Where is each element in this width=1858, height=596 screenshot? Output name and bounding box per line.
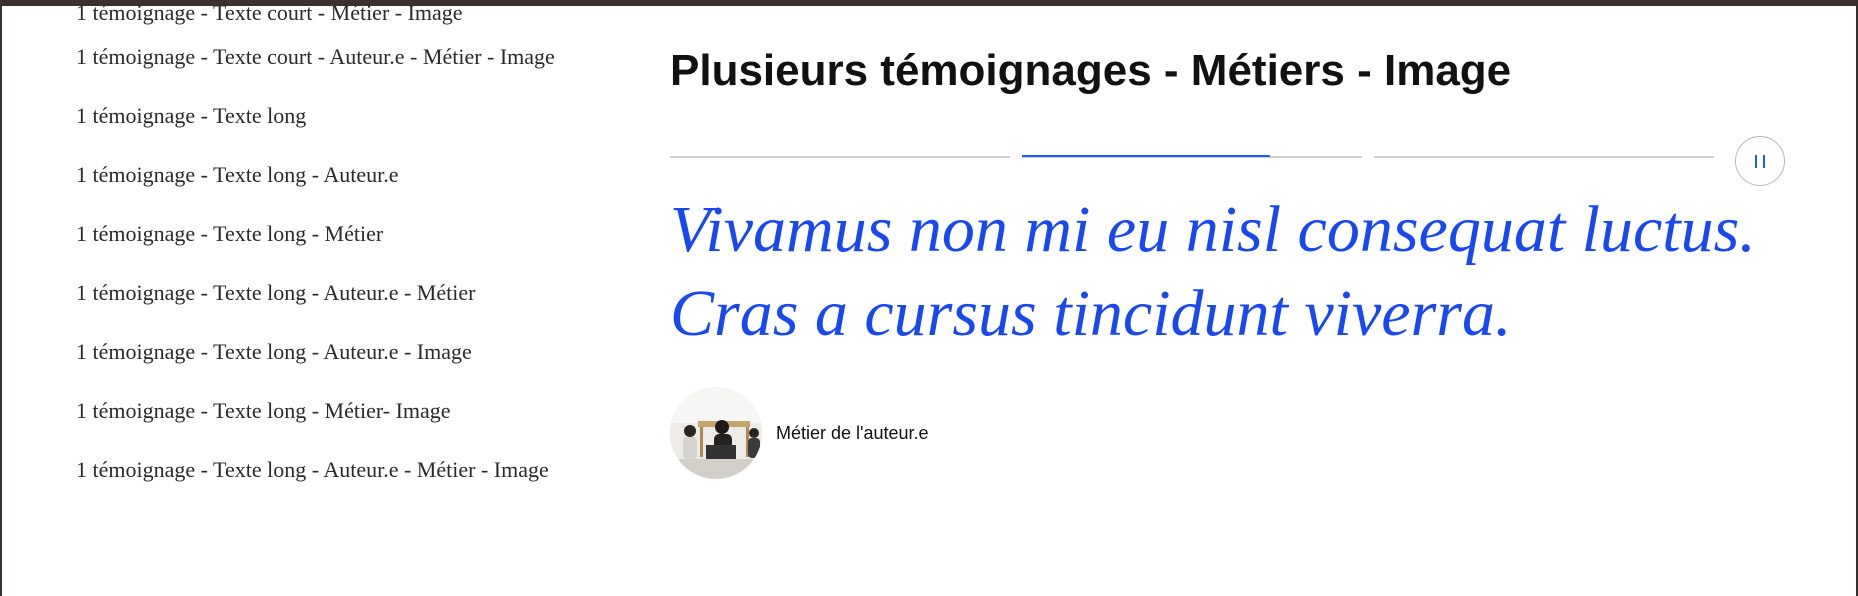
sidebar-item[interactable]: 1 témoignage - Texte long - Métier: [76, 213, 596, 255]
sidebar-item[interactable]: 1 témoignage - Texte court - Auteur.e - …: [76, 36, 596, 78]
pause-icon-bar: [1763, 154, 1765, 168]
slide-indicator-1[interactable]: [670, 156, 1010, 158]
author-job: Métier de l'auteur.e: [776, 422, 929, 443]
slide-indicator-2[interactable]: [1022, 155, 1362, 158]
page-frame: 1 témoignage - Texte court - Métier - Im…: [2, 6, 1856, 596]
sidebar-item[interactable]: 1 témoignage - Texte long - Auteur.e - M…: [76, 449, 596, 491]
pause-button[interactable]: [1735, 136, 1785, 186]
sidebar-item[interactable]: 1 témoignage - Texte long: [76, 95, 596, 137]
author-avatar: [670, 387, 762, 479]
sidebar-item[interactable]: 1 témoignage - Texte court - Métier - Im…: [76, 6, 596, 34]
sidebar-item[interactable]: 1 témoignage - Texte long - Auteur.e - I…: [76, 331, 596, 373]
pause-icon: [1755, 154, 1757, 168]
section-title: Plusieurs témoignages - Métiers - Image: [670, 46, 1512, 95]
sidebar-item[interactable]: 1 témoignage - Texte long - Auteur.e - M…: [76, 272, 596, 314]
sidebar-item[interactable]: 1 témoignage - Texte long - Métier- Imag…: [76, 390, 596, 432]
testimonial-quote: Vivamus non mi eu nisl consequat luctus.…: [670, 193, 1756, 350]
sidebar-item[interactable]: 1 témoignage - Texte long - Auteur.e: [76, 154, 596, 196]
window-top-border: [0, 0, 1858, 6]
testimonial-author: Métier de l'auteur.e: [670, 387, 929, 479]
slide-progress-fill: [1022, 155, 1271, 157]
sidebar-nav: 1 témoignage - Texte court - Métier - Im…: [76, 6, 596, 508]
avatar-photo-icon: [670, 387, 762, 479]
slide-indicator-3[interactable]: [1374, 156, 1714, 158]
